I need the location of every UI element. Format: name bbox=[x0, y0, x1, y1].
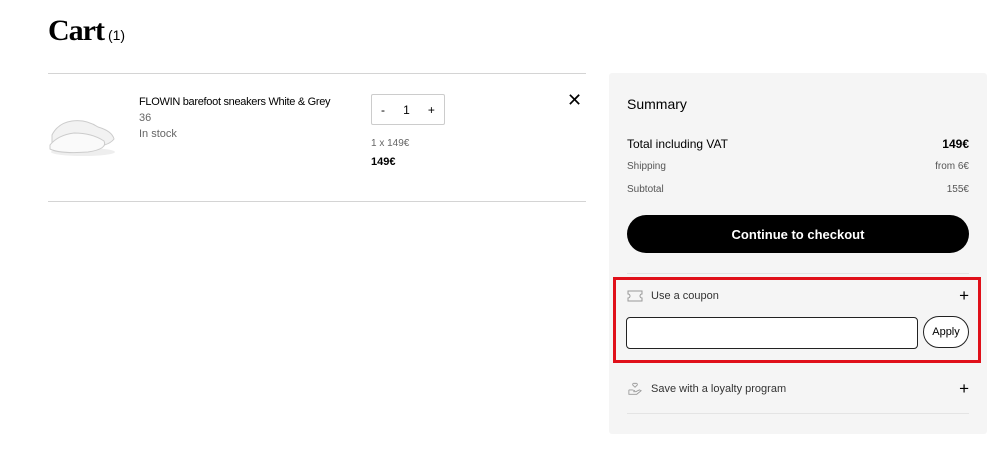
loyalty-toggle[interactable]: Save with a loyalty program + bbox=[627, 379, 969, 399]
total-value: 149€ bbox=[942, 137, 969, 151]
quantity-stepper[interactable]: - 1 + bbox=[371, 94, 445, 125]
hand-heart-icon bbox=[628, 382, 642, 395]
divider bbox=[627, 273, 969, 274]
product-name[interactable]: FLOWIN barefoot sneakers White & Grey bbox=[139, 96, 331, 108]
plus-icon[interactable]: + bbox=[959, 379, 969, 399]
page-title: Cart (1) bbox=[48, 14, 125, 48]
divider bbox=[48, 73, 586, 74]
increase-button[interactable]: + bbox=[428, 103, 435, 117]
total-row: Total including VAT 149€ bbox=[627, 137, 969, 151]
product-size: 36 bbox=[139, 112, 152, 124]
summary-panel: Summary Total including VAT 149€ Shipping… bbox=[609, 73, 987, 434]
subtotal-row: Subtotal 155€ bbox=[627, 184, 969, 195]
summary-title: Summary bbox=[627, 96, 969, 112]
divider bbox=[627, 413, 969, 414]
quantity-value[interactable]: 1 bbox=[403, 103, 410, 117]
total-label: Total including VAT bbox=[627, 137, 728, 151]
product-image[interactable] bbox=[48, 105, 118, 160]
shipping-label: Shipping bbox=[627, 161, 666, 172]
subtotal-value: 155€ bbox=[946, 184, 969, 195]
divider bbox=[48, 201, 586, 202]
unit-price: 1 x 149€ bbox=[371, 138, 410, 149]
summary-heading: Summary bbox=[627, 96, 687, 112]
line-total: 149€ bbox=[371, 156, 396, 168]
stock-status: In stock bbox=[139, 128, 177, 140]
cart-title: Cart bbox=[48, 14, 105, 47]
shipping-row: Shipping from 6€ bbox=[627, 161, 969, 172]
highlight-box bbox=[613, 277, 981, 363]
subtotal-label: Subtotal bbox=[627, 184, 664, 195]
decrease-button[interactable]: - bbox=[381, 103, 385, 117]
checkout-button[interactable]: Continue to checkout bbox=[627, 215, 969, 253]
shipping-value: from 6€ bbox=[935, 161, 969, 172]
cart-count: (1) bbox=[107, 27, 126, 43]
remove-item-button[interactable]: ✕ bbox=[567, 90, 582, 111]
loyalty-label: Save with a loyalty program bbox=[651, 383, 787, 395]
